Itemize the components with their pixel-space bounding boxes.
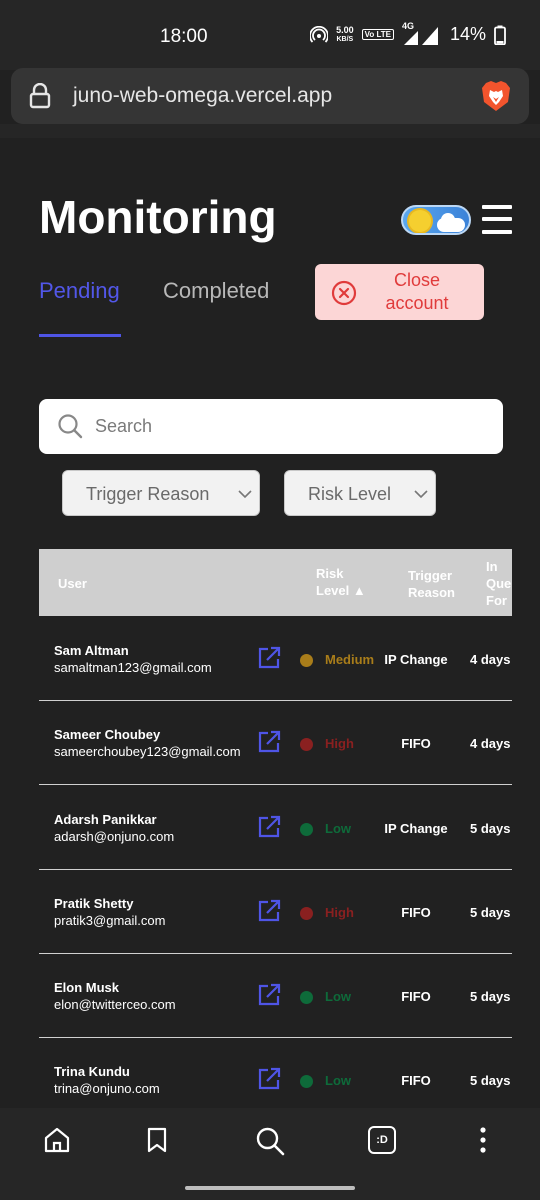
trigger-reason: FIFO: [401, 905, 431, 920]
external-link-icon[interactable]: [256, 814, 282, 840]
cloud-icon: [437, 218, 465, 232]
search-input[interactable]: [95, 409, 485, 443]
tab-switcher-icon[interactable]: :D: [368, 1126, 396, 1154]
trigger-reason: FIFO: [401, 1073, 431, 1088]
queue-duration: 5 days: [470, 821, 511, 836]
user-email: sameerchoubey123@gmail.com: [54, 744, 241, 759]
trigger-reason: IP Change: [384, 821, 448, 836]
risk-level: Low: [325, 1073, 351, 1088]
queue-duration: 4 days: [470, 652, 511, 667]
external-link-icon[interactable]: [256, 1066, 282, 1092]
header-user[interactable]: User: [58, 575, 87, 592]
theme-toggle[interactable]: [401, 205, 471, 235]
tab-completed[interactable]: Completed: [163, 278, 269, 304]
gesture-home-indicator[interactable]: [185, 1186, 355, 1190]
lock-icon: [29, 83, 51, 109]
hotspot-icon: [310, 25, 329, 43]
chevron-down-icon: [238, 490, 252, 499]
table-row[interactable]: Elon Musk elon@twitterceo.com Low FIFO 5…: [39, 954, 512, 1038]
queue-duration: 5 days: [470, 989, 511, 1004]
home-icon[interactable]: [43, 1126, 71, 1154]
status-icons: 5.00 KB/S Vo LTE 4G 14%: [310, 21, 506, 45]
header-in-queue-for[interactable]: In Queue For: [486, 558, 512, 609]
risk-level: Low: [325, 821, 351, 836]
queue-duration: 4 days: [470, 736, 511, 751]
header-trigger-reason[interactable]: Trigger Reason: [408, 567, 455, 601]
external-link-icon[interactable]: [256, 982, 282, 1008]
brave-shield-icon[interactable]: [481, 80, 511, 112]
close-account-button[interactable]: Close account: [315, 264, 484, 320]
status-time: 18:00: [160, 26, 208, 47]
risk-level-select[interactable]: Risk Level: [284, 470, 436, 516]
table-row[interactable]: Sam Altman samaltman123@gmail.com Medium…: [39, 617, 512, 701]
address-bar[interactable]: juno-web-omega.vercel.app: [11, 68, 529, 124]
network-speed: 5.00 KB/S: [336, 24, 354, 43]
risk-dot: [300, 1075, 313, 1088]
risk-level: High: [325, 736, 354, 751]
user-name: Adarsh Panikkar: [54, 812, 157, 827]
risk-level: Low: [325, 989, 351, 1004]
user-name: Sam Altman: [54, 643, 129, 658]
risk-level: High: [325, 905, 354, 920]
external-link-icon[interactable]: [256, 898, 282, 924]
trigger-reason: FIFO: [401, 989, 431, 1004]
risk-dot: [300, 907, 313, 920]
search-icon[interactable]: [255, 1126, 285, 1156]
search-icon: [58, 414, 83, 439]
close-account-label: Close account: [385, 270, 449, 313]
user-email: samaltman123@gmail.com: [54, 660, 212, 675]
user-name: Pratik Shetty: [54, 896, 134, 911]
volte-badge: Vo LTE: [361, 29, 394, 40]
close-circle-icon: [331, 280, 357, 306]
trigger-reason-select[interactable]: Trigger Reason: [62, 470, 260, 516]
queue-duration: 5 days: [470, 905, 511, 920]
signal-icon: 4G: [402, 21, 438, 45]
table-row[interactable]: Adarsh Panikkar adarsh@onjuno.com Low IP…: [39, 786, 512, 870]
header-risk-level[interactable]: Risk Level ▲: [316, 565, 366, 599]
bookmark-icon[interactable]: [146, 1126, 168, 1154]
sun-icon: [409, 210, 431, 232]
risk-dot: [300, 654, 313, 667]
risk-dot: [300, 823, 313, 836]
url-text[interactable]: juno-web-omega.vercel.app: [73, 84, 332, 108]
tab-pending[interactable]: Pending: [39, 278, 120, 304]
user-email: pratik3@gmail.com: [54, 913, 166, 928]
table-row[interactable]: Sameer Choubey sameerchoubey123@gmail.co…: [39, 701, 512, 785]
risk-level-label: Risk Level: [308, 484, 392, 504]
queue-duration: 5 days: [470, 1073, 511, 1088]
external-link-icon[interactable]: [256, 729, 282, 755]
menu-icon[interactable]: [482, 203, 512, 235]
battery-icon: [494, 25, 506, 45]
active-tab-indicator: [39, 334, 121, 337]
more-icon[interactable]: [478, 1126, 488, 1154]
user-name: Trina Kundu: [54, 1064, 130, 1079]
user-email: elon@twitterceo.com: [54, 997, 176, 1012]
table-row[interactable]: Pratik Shetty pratik3@gmail.com High FIF…: [39, 870, 512, 954]
risk-dot: [300, 991, 313, 1004]
trigger-reason: FIFO: [401, 736, 431, 751]
status-bar: 18:00 5.00 KB/S Vo LTE 4G 14%: [0, 0, 540, 70]
user-name: Sameer Choubey: [54, 727, 161, 742]
battery-percent: 14%: [449, 24, 486, 44]
page-title: Monitoring: [39, 191, 277, 243]
trigger-reason: IP Change: [384, 652, 448, 667]
table-header: User Risk Level ▲ Trigger Reason In Queu…: [39, 549, 512, 616]
external-link-icon[interactable]: [256, 645, 282, 671]
user-email: adarsh@onjuno.com: [54, 829, 175, 844]
browser-chrome-divider: [0, 124, 540, 138]
risk-level: Medium: [325, 652, 375, 667]
risk-dot: [300, 738, 313, 751]
user-email: trina@onjuno.com: [54, 1081, 160, 1096]
trigger-reason-label: Trigger Reason: [86, 484, 210, 504]
search-box[interactable]: [39, 399, 503, 454]
user-name: Elon Musk: [54, 980, 120, 995]
chevron-down-icon: [414, 490, 428, 499]
